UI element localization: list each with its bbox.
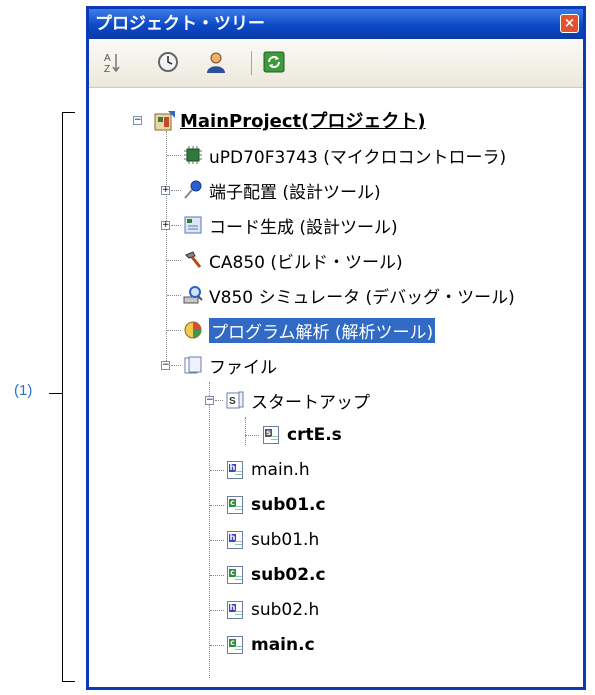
sort-icon: A Z	[104, 53, 120, 74]
project-tree: − MainProject(プロジェクト) uPD70F3743 (マイクロコン…	[99, 99, 573, 678]
folder-icon	[183, 355, 203, 375]
toolbar: A Z	[89, 39, 583, 88]
tree-item-pin-config[interactable]: 端子配置 (設計ツール)	[183, 179, 381, 203]
pin-icon	[183, 180, 203, 200]
tree-item-microcontroller[interactable]: uPD70F3743 (マイクロコントローラ)	[183, 144, 507, 168]
collapse-button[interactable]: −	[161, 361, 170, 370]
c-file-icon: c	[225, 565, 245, 585]
tree-line	[209, 382, 210, 678]
collapse-button[interactable]: −	[133, 115, 142, 125]
tree-item-file[interactable]: c sub02.c	[225, 564, 326, 586]
tree-label-analysis-tool: プログラム解析 (解析ツール)	[207, 316, 437, 344]
tree-item-project[interactable]: − MainProject(プロジェクト)	[133, 109, 426, 132]
tree-line	[166, 131, 167, 367]
c-file-icon: c	[225, 495, 245, 515]
tree-label-build-tool: CA850 (ビルド・ツール)	[209, 252, 403, 273]
svg-text:A: A	[104, 53, 111, 64]
history-button[interactable]	[155, 49, 181, 75]
tree-line	[210, 645, 224, 646]
tree-line	[171, 365, 181, 366]
tree-line	[210, 610, 224, 611]
header-file-icon: h	[225, 530, 245, 550]
code-gen-icon	[183, 215, 203, 235]
tree-label-file: sub02.h	[251, 600, 320, 620]
toolbar-separator	[251, 51, 252, 75]
tree-label-file: crtE.s	[287, 425, 342, 445]
panel-title: プロジェクト・ツリー	[95, 14, 265, 34]
tree-label-code-gen: コード生成 (設計ツール)	[209, 217, 398, 238]
tree-item-startup-folder[interactable]: S スタートアップ	[225, 389, 370, 413]
refresh-button[interactable]	[261, 49, 287, 75]
clock-icon	[158, 52, 178, 72]
tree-item-file[interactable]: c sub01.c	[225, 494, 326, 516]
panel-titlebar: プロジェクト・ツリー ×	[89, 9, 583, 39]
tree-line	[245, 417, 246, 445]
tree-line	[167, 295, 181, 296]
tree-label-files-folder: ファイル	[209, 357, 277, 378]
tree-line	[167, 260, 181, 261]
tree-label-project: MainProject(プロジェクト)	[180, 111, 426, 132]
tree-line	[210, 470, 224, 471]
tree-item-file[interactable]: h sub02.h	[225, 599, 319, 621]
chip-icon	[183, 145, 203, 165]
callout-label: (1)	[14, 382, 33, 399]
tree-line	[210, 540, 224, 541]
asm-file-icon: s	[261, 425, 281, 445]
close-button[interactable]: ×	[560, 14, 579, 33]
tree-line	[245, 435, 259, 436]
tree-line	[167, 330, 181, 331]
tree-label-file: main.c	[251, 635, 315, 655]
expand-button[interactable]: +	[161, 221, 170, 230]
startup-folder-icon: S	[225, 390, 245, 410]
analysis-icon	[183, 320, 203, 340]
project-tree-panel: プロジェクト・ツリー × A Z − MainProject(プロジェクト) u…	[86, 6, 586, 690]
tree-item-file[interactable]: h sub01.h	[225, 529, 319, 551]
header-file-icon: h	[225, 460, 245, 480]
expand-button[interactable]: +	[161, 186, 170, 195]
callout-bracket	[62, 112, 75, 682]
tree-line	[210, 575, 224, 576]
svg-text:Z: Z	[104, 64, 110, 74]
user-button[interactable]	[203, 49, 229, 75]
tree-line	[210, 505, 224, 506]
tree-label-file: sub01.h	[251, 530, 320, 550]
tree-label-file: sub02.c	[251, 565, 326, 585]
debugger-icon	[183, 285, 203, 305]
tree-label-file: main.h	[251, 460, 310, 480]
tree-label-debug-tool: V850 シミュレータ (デバッグ・ツール)	[209, 287, 515, 308]
c-file-icon: c	[225, 635, 245, 655]
user-icon	[207, 52, 225, 73]
tree-line	[171, 190, 181, 191]
refresh-icon	[263, 51, 285, 73]
header-file-icon: h	[225, 600, 245, 620]
tree-label-file: sub01.c	[251, 495, 326, 515]
project-icon	[154, 110, 175, 131]
tree-item-build-tool[interactable]: CA850 (ビルド・ツール)	[183, 249, 403, 273]
collapse-button[interactable]: −	[205, 396, 214, 405]
tree-item-file[interactable]: c main.c	[225, 634, 315, 656]
tree-label-startup-folder: スタートアップ	[251, 392, 370, 413]
tree-item-analysis-tool[interactable]: プログラム解析 (解析ツール)	[183, 316, 437, 344]
tree-item-files-folder[interactable]: ファイル	[183, 354, 277, 378]
sort-button[interactable]: A Z	[99, 49, 125, 75]
tree-item-code-gen[interactable]: コード生成 (設計ツール)	[183, 214, 398, 238]
tree-line	[171, 225, 181, 226]
svg-text:S: S	[229, 396, 236, 407]
tree-item-debug-tool[interactable]: V850 シミュレータ (デバッグ・ツール)	[183, 284, 515, 308]
tree-label-pin-config: 端子配置 (設計ツール)	[209, 182, 381, 203]
hammer-icon	[183, 250, 203, 270]
callout-tick	[49, 393, 62, 394]
tree-line	[215, 400, 223, 401]
tree-item-file[interactable]: h main.h	[225, 459, 310, 481]
tree-item-file[interactable]: s crtE.s	[261, 424, 342, 446]
tree-label-microcontroller: uPD70F3743 (マイクロコントローラ)	[209, 147, 507, 168]
tree-line	[167, 155, 181, 156]
close-icon: ×	[564, 16, 575, 31]
